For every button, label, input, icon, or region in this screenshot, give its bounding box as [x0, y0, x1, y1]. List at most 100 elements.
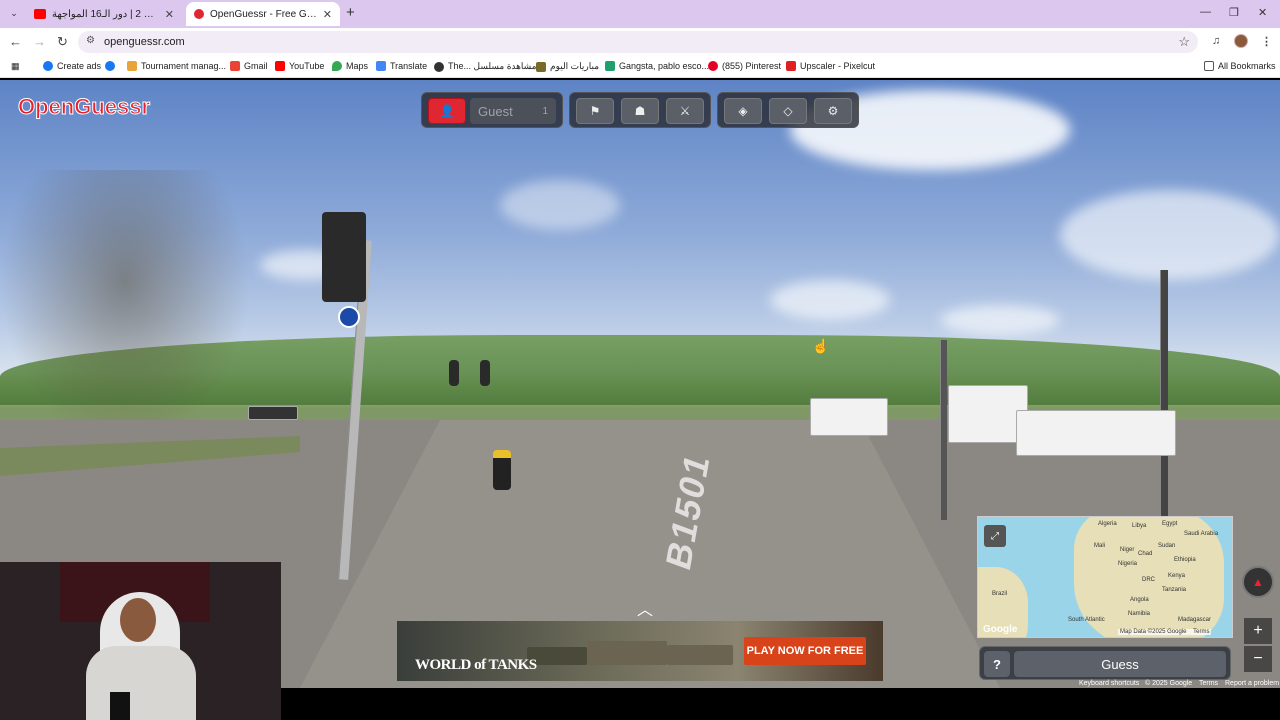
bookmark-label: Create ads	[57, 61, 102, 71]
traffic-light	[449, 360, 459, 386]
reload-button[interactable]: ↻	[57, 34, 68, 50]
tank-image	[667, 645, 733, 665]
map-label: Egypt	[1162, 521, 1178, 527]
direction-sign	[338, 306, 360, 328]
apps-icon[interactable]: ▦	[11, 61, 20, 72]
cloud	[770, 280, 890, 320]
guess-button[interactable]: Guess	[1014, 651, 1226, 677]
car	[248, 406, 298, 420]
keyboard-shortcuts-link[interactable]: Keyboard shortcuts	[1079, 680, 1139, 687]
map-label: Namibia	[1128, 611, 1151, 617]
bookmark-matches[interactable]: مباريات اليوم	[536, 61, 599, 72]
bookmark-label: Tournament manag...	[141, 61, 227, 71]
zoom-in-button[interactable]: +	[1244, 618, 1272, 644]
ad-cta-button[interactable]: PLAY NOW FOR FREE	[744, 637, 866, 665]
bookmark-pinterest[interactable]: (855) Pinterest	[708, 61, 781, 71]
bookmark-star-icon[interactable]: ☆	[1178, 34, 1190, 50]
maps-layers-icon[interactable]: ◈	[724, 98, 762, 124]
bookmark-icon	[536, 61, 546, 72]
facebook-icon	[105, 61, 115, 71]
player-panel: 👤 Guest 1	[421, 92, 563, 128]
map-label: Algeria	[1098, 521, 1117, 527]
bookmark-pixelcut[interactable]: Upscaler - Pixelcut	[786, 61, 875, 71]
learn-icon[interactable]: ◇	[769, 98, 807, 124]
openguessr-icon	[194, 9, 204, 19]
bookmark-series[interactable]: The... مشاهدة مسلسل	[434, 61, 536, 72]
close-icon[interactable]: ✕	[323, 8, 332, 21]
cloud	[1060, 190, 1280, 280]
bookmark-label: Translate	[390, 61, 428, 71]
all-bookmarks[interactable]: All Bookmarks	[1204, 61, 1276, 71]
hand-cursor-icon: ☝	[812, 338, 830, 354]
guess-bar: ? Guess	[979, 646, 1231, 680]
map-label: South Atlantic	[1068, 617, 1105, 623]
restore-button[interactable]: ❐	[1229, 6, 1239, 19]
address-bar[interactable]: ⚙ openguessr.com ☆	[78, 31, 1198, 53]
new-tab-button[interactable]: +	[346, 5, 355, 21]
maps-icon	[332, 61, 342, 71]
map-terms-link[interactable]: Terms	[1193, 629, 1209, 635]
map-label: Kenya	[1168, 573, 1186, 579]
settings-panel: ◈ ◇ ⚙	[717, 92, 859, 128]
help-button[interactable]: ?	[984, 651, 1010, 677]
bookmark-label: YouTube	[289, 61, 325, 71]
media-controls-icon[interactable]: ♫	[1212, 35, 1220, 47]
close-window-button[interactable]: ✕	[1258, 6, 1267, 19]
person-head	[120, 598, 156, 642]
bookmark-translate[interactable]: Translate	[376, 61, 427, 71]
player-info[interactable]: Guest 1	[470, 98, 556, 124]
bookmark-gangsta[interactable]: Gangsta, pablo esco...	[605, 61, 709, 71]
tab-openguessr[interactable]: OpenGuessr - Free GeoGuessr Alternative …	[186, 2, 340, 26]
terms-link[interactable]: Terms	[1199, 680, 1218, 687]
ad-banner[interactable]: WORLD of TANKS PLAY NOW FOR FREE	[397, 621, 883, 681]
tournament-icon	[127, 61, 137, 71]
bookmark-tournament[interactable]: Tournament manag...	[127, 61, 226, 71]
openguessr-logo[interactable]: OpenGuessr	[17, 94, 150, 120]
player-name: Guest	[478, 103, 513, 119]
map-label: Ethiopia	[1174, 557, 1196, 563]
close-icon[interactable]: ✕	[165, 8, 174, 21]
url-text: openguessr.com	[104, 36, 185, 48]
party-icon[interactable]: ☗	[621, 98, 659, 124]
expand-map-icon[interactable]: ⤢	[984, 525, 1006, 547]
bookmark-label: Gangsta, pablo esco...	[619, 61, 710, 71]
traffic-light	[322, 212, 366, 302]
ad-brand-logo: WORLD of TANKS	[415, 657, 537, 673]
zoom-out-button[interactable]: −	[1244, 646, 1272, 672]
truck	[810, 398, 888, 436]
map-label: Chad	[1138, 551, 1153, 557]
map-label: Brazil	[992, 591, 1008, 597]
van	[1016, 410, 1176, 456]
avatar[interactable]	[1234, 34, 1248, 48]
bookmark-label: Gmail	[244, 61, 268, 71]
bookmark-facebook[interactable]	[105, 61, 119, 71]
map-label: Sudan	[1158, 543, 1176, 549]
back-button[interactable]: ←	[9, 34, 22, 50]
gangsta-icon	[605, 61, 615, 71]
account-icon[interactable]: 👤	[428, 98, 466, 124]
google-logo: Google	[983, 624, 1018, 635]
forward-button[interactable]: →	[33, 34, 46, 50]
chevron-up-icon[interactable]: ︿	[620, 603, 670, 619]
bookmark-gmail[interactable]: Gmail	[230, 61, 268, 71]
tab-title: تحدي الثلاثين 2 | دور الـ16 المواجهة	[52, 8, 159, 20]
browser-window: ⌄ تحدي الثلاثين 2 | دور الـ16 المواجهة ✕…	[0, 0, 1280, 720]
guess-map[interactable]: Algeria Libya Egypt Saudi Arabia Mali Ni…	[977, 516, 1233, 638]
toolbar: ← → ↻ ⚙ openguessr.com ☆ ♫ ⋮	[0, 28, 1280, 56]
bookmark-maps[interactable]: Maps	[332, 61, 368, 71]
tab-youtube[interactable]: تحدي الثلاثين 2 | دور الـ16 المواجهة ✕	[26, 2, 182, 26]
multiplayer-icon[interactable]: ⚑	[576, 98, 614, 124]
gear-icon[interactable]: ⚙	[814, 98, 852, 124]
traffic-light	[480, 360, 490, 386]
bookmark-youtube[interactable]: YouTube	[275, 61, 324, 71]
map-attribution-text: Map Data ©2025 Google	[1120, 629, 1187, 635]
minimize-button[interactable]: —	[1200, 6, 1211, 18]
battle-icon[interactable]: ⚔	[666, 98, 704, 124]
menu-icon[interactable]: ⋮	[1261, 35, 1272, 48]
bookmark-create-ads[interactable]: Create ads	[43, 61, 101, 71]
map-label: Angola	[1130, 597, 1149, 603]
site-info-icon[interactable]: ⚙	[86, 35, 95, 46]
tab-search-icon[interactable]: ⌄	[6, 5, 22, 21]
report-problem-link[interactable]: Report a problem	[1225, 680, 1279, 687]
compass-icon[interactable]: ▲	[1242, 566, 1274, 598]
